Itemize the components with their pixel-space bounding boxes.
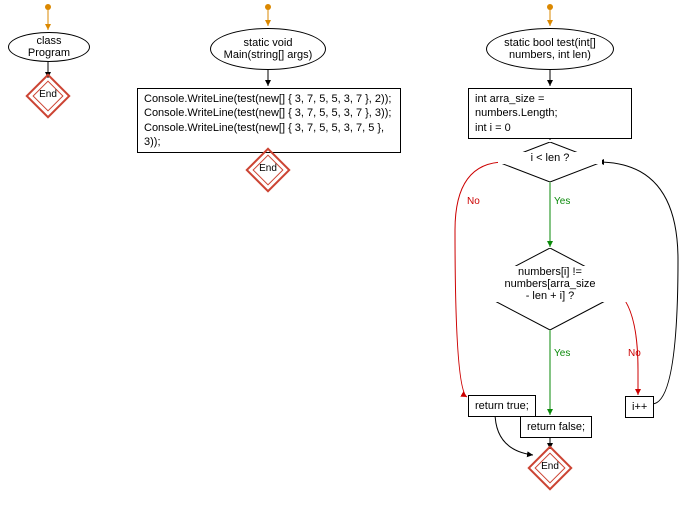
start-dot-2 [265,4,271,10]
flow2-code: Console.WriteLine(test(new[] { 3, 7, 5, … [137,88,401,153]
cond2-text: numbers[i] != numbers[arra_size - len + … [472,266,628,302]
flow1-start: class Program [8,32,90,62]
flow2-start: static void Main(string[] args) [210,28,326,70]
cond2-label: numbers[i] != numbers[arra_size - len + … [472,266,628,302]
cond1-text: i < len ? [498,152,602,164]
return-true-text: return true; [475,399,529,413]
return-false: return false; [520,416,592,438]
flow3-start: static bool test(int[] numbers, int len) [486,28,614,70]
flow1-end: End [32,80,64,112]
return-false-text: return false; [527,420,585,434]
cond1-yes-label: Yes [554,196,570,207]
start-dot-3 [547,4,553,10]
flow1-end-label: End [32,89,64,100]
start-dot-1 [45,4,51,10]
flow3-end-label: End [534,461,566,472]
cond1-no-label: No [467,196,480,207]
flow2-start-label: static void Main(string[] args) [224,37,313,61]
flow3-init-text: int arra_size = numbers.Length; int i = … [475,92,625,135]
increment-text: i++ [632,400,647,414]
flow3-start-label: static bool test(int[] numbers, int len) [504,37,596,61]
cond2-yes-label: Yes [554,348,570,359]
cond1-label: i < len ? [498,152,602,164]
increment: i++ [625,396,654,418]
flow2-code-text: Console.WriteLine(test(new[] { 3, 7, 5, … [144,92,394,149]
cond2-no-label: No [628,348,641,359]
flow3-init: int arra_size = numbers.Length; int i = … [468,88,632,139]
flow1-start-label: class Program [21,35,77,59]
flow2-end: End [252,154,284,186]
flow2-end-label: End [252,163,284,174]
flow3-end: End [534,452,566,484]
return-true: return true; [468,395,536,417]
